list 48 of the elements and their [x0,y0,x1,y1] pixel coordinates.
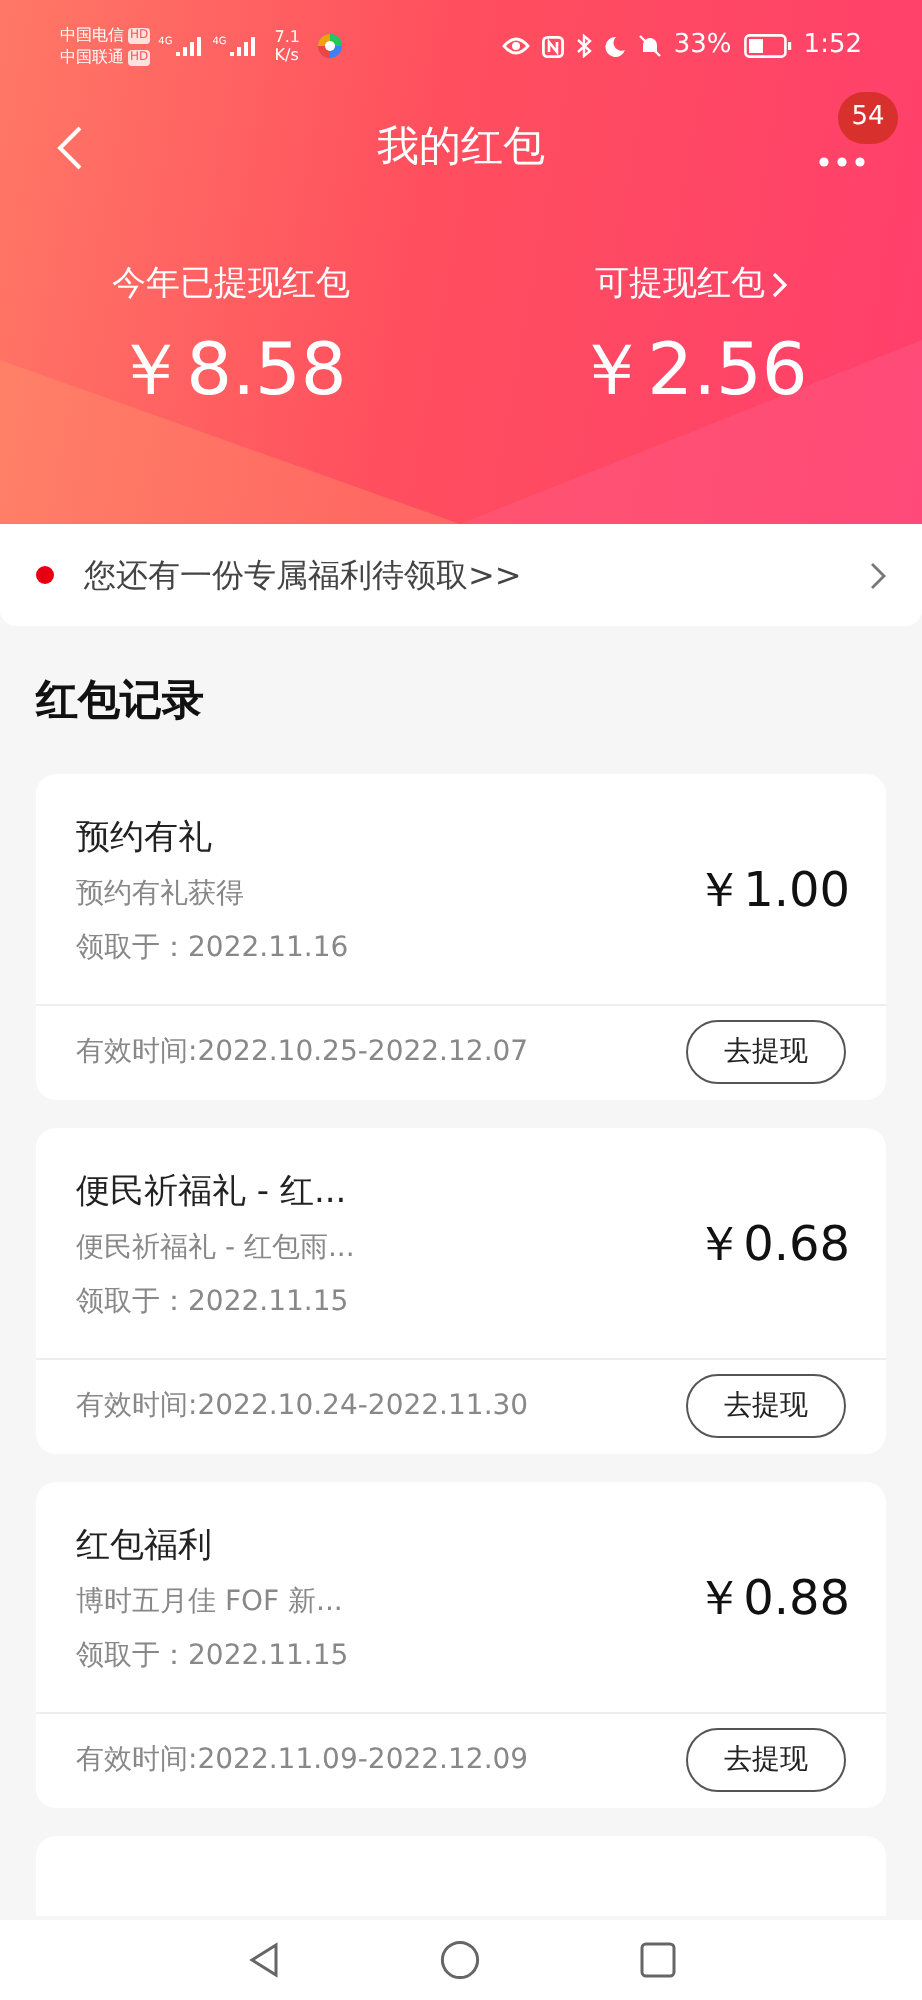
back-icon[interactable] [247,1942,279,1978]
validity-period: 有效时间:2022.10.25-2022.12.07 [76,1033,529,1071]
bluetooth-icon [575,34,592,58]
dot-icon [36,566,54,584]
battery-icon [743,34,792,58]
record-title: 红包福利 [76,1523,214,1569]
record-title: 便民祈福礼 - 红... [76,1169,349,1215]
battery-percent: 33% [673,28,732,65]
validity-period: 有效时间:2022.11.09-2022.12.09 [76,1741,529,1779]
record-date: 领取于：2022.11.15 [76,1283,351,1321]
page-title: 我的红包 [377,120,545,175]
chevron-right-icon[interactable] [772,272,789,299]
record-subtitle: 便民祈福礼 - 红包雨... [76,1229,355,1267]
record-date: 领取于：2022.11.15 [76,1637,349,1675]
speed-unit: K/s [274,46,300,64]
moon-icon [603,35,626,57]
validity-period: 有效时间:2022.10.24-2022.11.30 [76,1387,529,1425]
more-icon[interactable] [818,156,866,168]
record-amount: ￥0.88 [695,1568,850,1630]
promo-banner[interactable]: 您还有一份专属福利待领取>> [0,524,922,626]
record-date: 领取于：2022.11.16 [76,929,349,967]
app-icon [316,32,344,60]
record-subtitle: 预约有礼获得 [76,875,246,913]
record-title: 预约有礼 [76,815,214,861]
bell-muted-icon [637,34,662,58]
carrier-name: 中国联通 [60,46,124,68]
stat-label: 今年已提现红包 [111,262,350,308]
recent-apps-icon[interactable] [639,1942,675,1978]
network-speed: 7.1 [274,28,300,46]
record-amount: ￥1.00 [695,860,850,922]
nfc-icon [541,35,564,57]
stat-amount: ￥8.58 [114,327,347,415]
stat-amount: ￥2.56 [575,327,808,415]
withdraw-button[interactable]: 去提现 [686,1020,846,1084]
signal-icon [226,36,259,56]
clock-time: 1:52 [803,28,862,65]
home-icon[interactable] [439,1940,479,1980]
section-title: 红包记录 [33,674,206,728]
withdraw-button[interactable]: 去提现 [686,1728,846,1792]
record-subtitle: 博时五月佳 FOF 新... [76,1583,345,1621]
carrier-name: 中国电信 [60,24,124,46]
signal-icon [172,36,205,56]
banner-text: 您还有一份专属福利待领取>> [84,553,524,597]
chevron-right-icon [870,561,886,589]
record-amount: ￥0.68 [695,1214,850,1276]
withdraw-button[interactable]: 去提现 [686,1374,846,1438]
notification-badge: 54 [838,92,898,144]
eye-icon [501,36,530,56]
